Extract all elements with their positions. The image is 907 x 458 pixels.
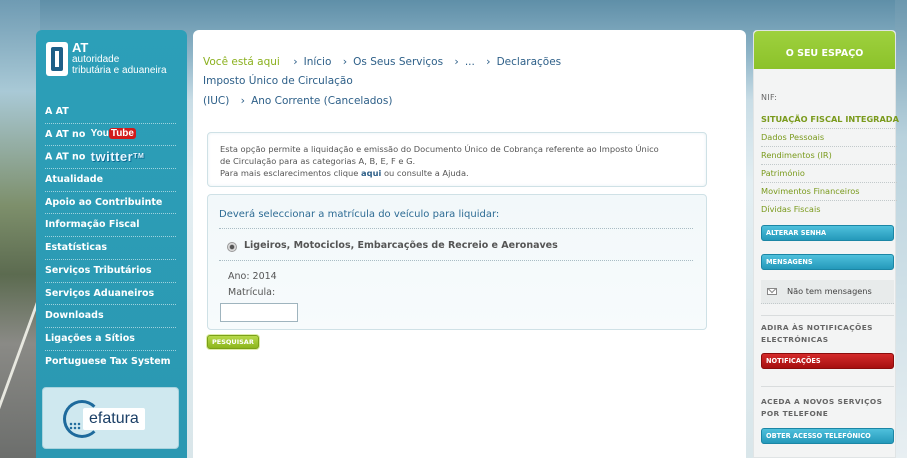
link-situacao-fiscal[interactable]: SITUAÇÃO FISCAL INTEGRADA bbox=[761, 111, 899, 129]
envelope-icon bbox=[767, 288, 777, 295]
logo-line2: tributária e aduaneira bbox=[72, 65, 167, 76]
at-logo-icon bbox=[46, 42, 68, 76]
nav-item-label: Ligações a Sítios bbox=[45, 332, 135, 344]
info-line1: Esta opção permite a liquidação e emissã… bbox=[220, 144, 659, 154]
info-line3-pre: Para mais esclarecimentos clique bbox=[220, 168, 362, 178]
nav-item-label: A AT no bbox=[45, 128, 86, 140]
link-dividas-fiscais[interactable]: Dívidas Fiscais bbox=[761, 201, 897, 218]
o-seu-espaco-header: O SEU ESPAÇO bbox=[754, 31, 895, 75]
nav-item-downloads[interactable]: Downloads bbox=[45, 305, 176, 328]
link-movimentos-financeiros[interactable]: Movimentos Financeiros bbox=[761, 183, 897, 201]
nav-item-portuguese-tax[interactable]: Portuguese Tax System bbox=[45, 351, 176, 374]
nav-item-youtube[interactable]: A AT no You Tube bbox=[45, 124, 176, 147]
nav-item-label: Serviços Aduaneiros bbox=[45, 287, 155, 299]
nav-item-servicos-aduaneiros[interactable]: Serviços Aduaneiros bbox=[45, 283, 176, 306]
link-rendimentos[interactable]: Rendimentos (IR) bbox=[761, 147, 897, 165]
at-logo-text: AT autoridade tributária e aduaneira bbox=[72, 40, 167, 76]
nav-item-label: Portuguese Tax System bbox=[45, 355, 171, 367]
logo-line1: autoridade bbox=[72, 54, 120, 65]
nav-item-label: Atualidade bbox=[45, 174, 104, 186]
background-scenery bbox=[0, 0, 40, 458]
youtube-you: You bbox=[90, 128, 109, 140]
messages-box: Não tem mensagens bbox=[761, 280, 894, 304]
info-aqui-link[interactable]: aqui bbox=[361, 168, 381, 178]
breadcrumb: Você está aqui Início Os Seus Serviços .… bbox=[203, 52, 723, 111]
nav-item-label: A AT no bbox=[45, 151, 86, 163]
twitter-icon: twitterTM bbox=[91, 146, 145, 168]
breadcrumb-ellipsis[interactable]: ... bbox=[454, 56, 474, 68]
info-line3-post: ou consulte a Ajuda. bbox=[381, 168, 469, 178]
notificacoes-heading: ADIRA ÀS NOTIFICAÇÕES ELECTRÓNICAS bbox=[761, 323, 873, 344]
info-text: Esta opção permite a liquidação e emissã… bbox=[220, 143, 700, 179]
efatura-dots bbox=[69, 422, 81, 430]
divider bbox=[219, 260, 693, 261]
nav-item-estatisticas[interactable]: Estatísticas bbox=[45, 237, 176, 260]
efatura-banner[interactable]: efatura bbox=[42, 387, 179, 449]
vehicle-category-label[interactable]: Ligeiros, Motociclos, Embarcações de Rec… bbox=[244, 240, 558, 251]
right-panel: O SEU ESPAÇO NIF: SITUAÇÃO FISCAL INTEGR… bbox=[753, 30, 899, 458]
nav-item-ligacoes[interactable]: Ligações a Sítios bbox=[45, 328, 176, 351]
form-title: Deverá seleccionar a matrícula do veícul… bbox=[219, 209, 500, 220]
vehicle-category-radio[interactable] bbox=[227, 242, 237, 252]
nav-item-apoio[interactable]: Apoio ao Contribuinte bbox=[45, 192, 176, 215]
vehicle-form: Deverá seleccionar a matrícula do veícul… bbox=[207, 194, 707, 330]
breadcrumb-iuc: Imposto Único de Circulação bbox=[203, 75, 353, 87]
nav-item-servicos-tributarios[interactable]: Serviços Tributários bbox=[45, 260, 176, 283]
pesquisar-button[interactable]: PESQUISAR bbox=[207, 335, 259, 349]
nav-item-a-at[interactable]: A AT bbox=[45, 101, 176, 124]
alterar-senha-button[interactable]: ALTERAR SENHA bbox=[761, 225, 894, 241]
obter-acesso-telefonico-button[interactable]: OBTER ACESSO TELEFÓNICO bbox=[761, 428, 894, 444]
nav-list: A AT A AT no You Tube A AT no twitterTM A… bbox=[45, 101, 176, 373]
nav-item-label: Informação Fiscal bbox=[45, 219, 140, 231]
nav-item-label: Downloads bbox=[45, 310, 104, 322]
nav-item-label: Serviços Tributários bbox=[45, 264, 152, 276]
efatura-label: efatura bbox=[83, 408, 145, 430]
ano-label: Ano: 2014 bbox=[228, 271, 277, 282]
nav-item-atualidade[interactable]: Atualidade bbox=[45, 169, 176, 192]
breadcrumb-iuc-abbr: (IUC) bbox=[203, 95, 230, 107]
telefone-heading: ACEDA A NOVOS SERVIÇOS POR TELEFONE bbox=[761, 397, 883, 418]
no-messages-text: Não tem mensagens bbox=[787, 286, 872, 296]
at-logo[interactable]: AT autoridade tributária e aduaneira bbox=[46, 40, 181, 82]
logo-at: AT bbox=[72, 40, 89, 55]
nif-label: NIF: bbox=[761, 93, 778, 102]
divider bbox=[761, 315, 894, 316]
nav-item-label: A AT bbox=[45, 106, 69, 117]
account-links: SITUAÇÃO FISCAL INTEGRADA Dados Pessoais… bbox=[761, 111, 899, 218]
nav-item-label: Estatísticas bbox=[45, 242, 108, 254]
twitter-text: twitter bbox=[90, 149, 134, 165]
info-box: Esta opção permite a liquidação e emissã… bbox=[207, 132, 707, 187]
divider bbox=[761, 386, 894, 387]
nav-item-twitter[interactable]: A AT no twitterTM bbox=[45, 146, 176, 170]
matricula-label: Matrícula: bbox=[228, 287, 276, 298]
breadcrumb-inicio[interactable]: Início bbox=[293, 56, 331, 68]
notificacoes-button[interactable]: NOTIFICAÇÕES bbox=[761, 353, 894, 369]
matricula-input[interactable] bbox=[220, 303, 298, 322]
twitter-tm: TM bbox=[133, 153, 145, 161]
nav-item-informacao-fiscal[interactable]: Informação Fiscal bbox=[45, 214, 176, 238]
background-scenery-right bbox=[895, 0, 907, 458]
breadcrumb-ano-corrente[interactable]: Ano Corrente (Cancelados) bbox=[241, 95, 393, 107]
breadcrumb-declaracoes[interactable]: Declarações bbox=[486, 56, 561, 68]
link-dados-pessoais[interactable]: Dados Pessoais bbox=[761, 129, 897, 147]
breadcrumb-servicos[interactable]: Os Seus Serviços bbox=[343, 56, 443, 68]
left-navigation: AT autoridade tributária e aduaneira A A… bbox=[36, 30, 187, 458]
nav-item-label: Apoio ao Contribuinte bbox=[45, 196, 163, 208]
divider bbox=[219, 228, 693, 229]
youtube-icon: You Tube bbox=[91, 127, 136, 141]
breadcrumb-here-label: Você está aqui bbox=[203, 56, 280, 68]
info-line2: de Circulação para as categorias A, B, E… bbox=[220, 156, 416, 166]
mensagens-button[interactable]: MENSAGENS bbox=[761, 254, 894, 270]
youtube-tube: Tube bbox=[108, 128, 136, 140]
main-content: Você está aqui Início Os Seus Serviços .… bbox=[193, 30, 746, 458]
link-patrimonio[interactable]: Património bbox=[761, 165, 897, 183]
